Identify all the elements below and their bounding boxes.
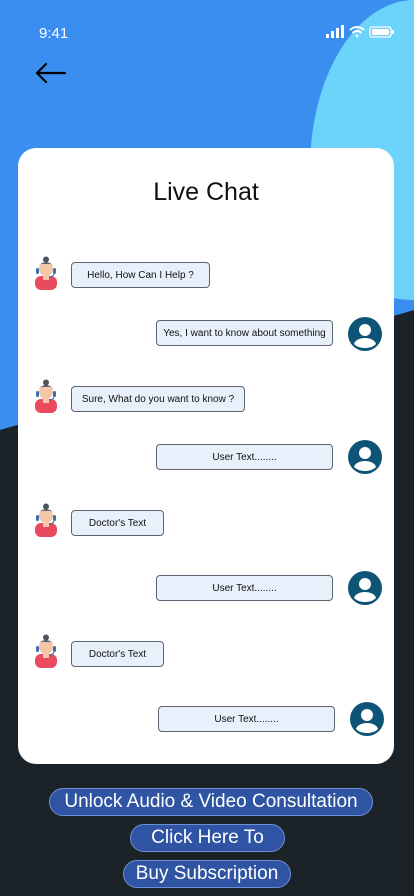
signal-icon (326, 25, 344, 38)
arrow-left-icon (35, 62, 67, 84)
user-message-bubble: User Text........ (156, 575, 333, 601)
doctor-avatar-icon (35, 379, 57, 413)
user-avatar-icon (350, 702, 384, 736)
doctor-message-bubble: Sure, What do you want to know ? (71, 386, 245, 412)
doctor-avatar-icon (35, 503, 57, 537)
chat-card: Live Chat Hello, How Can I Help ? Yes, I… (18, 148, 394, 764)
back-button[interactable] (34, 56, 74, 90)
doctor-message-bubble: Doctor's Text (71, 641, 164, 667)
user-avatar-icon (348, 317, 382, 351)
user-message-bubble: User Text........ (158, 706, 335, 732)
battery-icon (369, 26, 394, 38)
status-bar: 9:41 (0, 0, 414, 64)
user-avatar-icon (348, 440, 382, 474)
doctor-message-bubble: Hello, How Can I Help ? (71, 262, 210, 288)
wifi-icon (349, 26, 365, 38)
doctor-message-bubble: Doctor's Text (71, 510, 164, 536)
user-avatar-icon (348, 571, 382, 605)
user-message-bubble: Yes, I want to know about something (156, 320, 333, 346)
doctor-avatar-icon (35, 256, 57, 290)
unlock-consultation-button[interactable]: Unlock Audio & Video Consultation (49, 788, 373, 816)
doctor-avatar-icon (35, 634, 57, 668)
click-here-button[interactable]: Click Here To (130, 824, 285, 852)
status-icons (326, 25, 394, 38)
page-title: Live Chat (153, 178, 259, 206)
status-time: 9:41 (39, 25, 69, 42)
user-message-bubble: User Text........ (156, 444, 333, 470)
buy-subscription-button[interactable]: Buy Subscription (123, 860, 291, 888)
